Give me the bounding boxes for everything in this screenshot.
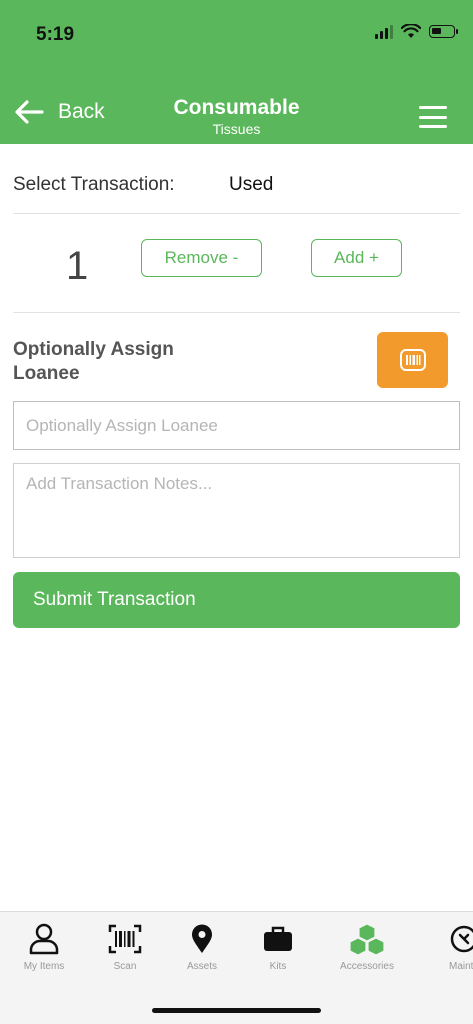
maintenance-icon <box>450 925 473 953</box>
transaction-row[interactable]: Select Transaction: Used <box>13 174 273 196</box>
hamburger-menu-icon[interactable] <box>419 106 447 128</box>
submit-transaction-button[interactable]: Submit Transaction <box>13 572 460 628</box>
tab-kits[interactable]: Kits <box>238 922 318 972</box>
barcode-icon <box>399 349 426 371</box>
tab-label: Accessories <box>340 961 394 972</box>
tab-maintenance[interactable]: Mainte <box>424 922 473 972</box>
home-indicator <box>152 1008 321 1013</box>
transaction-label: Select Transaction: <box>13 174 175 195</box>
tab-scan[interactable]: Scan <box>85 922 165 972</box>
person-icon <box>29 923 59 955</box>
status-icons <box>375 24 458 39</box>
location-pin-icon <box>192 924 212 953</box>
quantity-value: 1 <box>66 244 89 288</box>
page-title: Consumable <box>173 96 300 119</box>
loanee-input[interactable] <box>13 401 460 450</box>
tab-my-items[interactable]: My Items <box>4 922 84 972</box>
tab-label: Scan <box>113 961 137 972</box>
add-button[interactable]: Add + <box>311 239 402 277</box>
battery-icon <box>429 25 458 38</box>
transaction-value[interactable]: Used <box>229 174 273 196</box>
assign-loanee-label: Optionally Assign Loanee <box>13 339 174 384</box>
tab-label: Kits <box>269 961 287 972</box>
tab-label: Assets <box>186 961 217 972</box>
barcode-icon <box>108 924 142 954</box>
tab-label: My Items <box>23 961 65 972</box>
page-title-block: Consumable Tissues <box>0 96 473 137</box>
transaction-notes-field[interactable] <box>13 463 460 558</box>
briefcase-icon <box>264 926 292 951</box>
remove-button[interactable]: Remove - <box>141 239 262 277</box>
divider <box>13 213 460 214</box>
divider <box>13 312 460 313</box>
cellular-signal-icon <box>375 24 393 39</box>
tab-accessories[interactable]: Accessories <box>327 922 407 972</box>
status-time: 5:19 <box>36 24 75 45</box>
app-header: 5:19 Back Consumable Tissues <box>0 0 473 144</box>
scan-loanee-button[interactable] <box>377 332 448 388</box>
wifi-icon <box>401 24 421 38</box>
tab-label: Mainte <box>448 961 473 972</box>
page-subtitle: Tissues <box>212 121 261 137</box>
boxes-icon <box>349 923 385 955</box>
tab-assets[interactable]: Assets <box>162 922 242 972</box>
